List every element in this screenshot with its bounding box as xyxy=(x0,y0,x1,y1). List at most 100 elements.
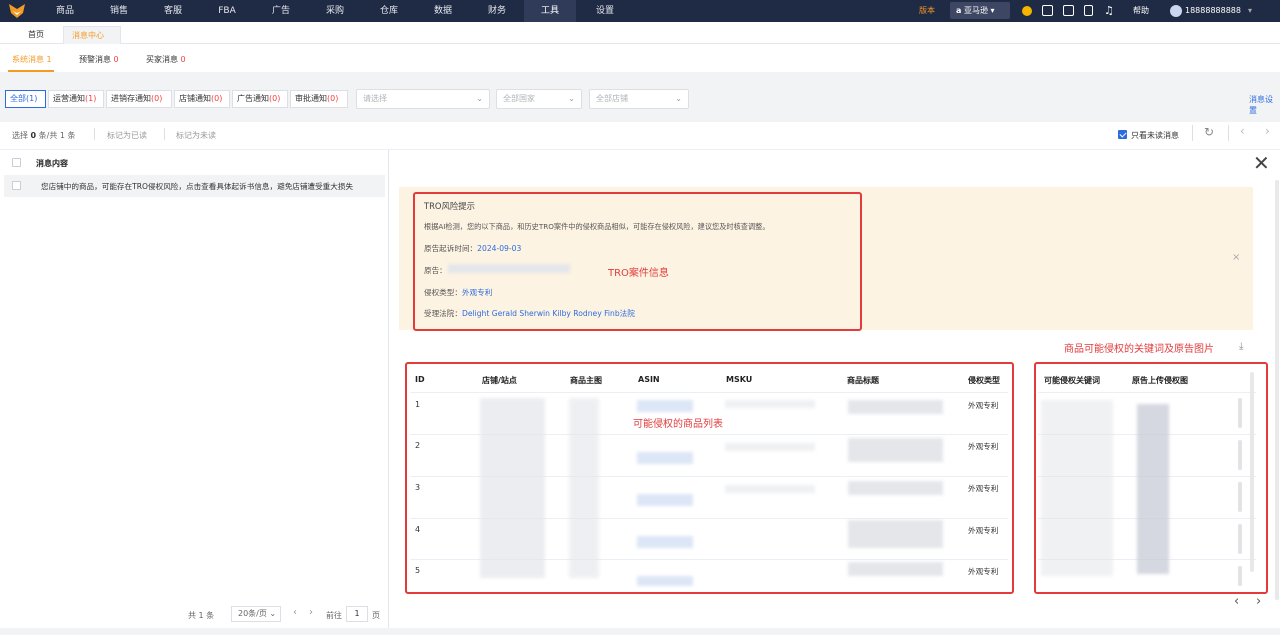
filter-ads[interactable]: 广告通知(0) xyxy=(232,90,288,108)
table-next-icon[interactable]: › xyxy=(1256,594,1261,609)
prev-page-icon[interactable]: ‹ xyxy=(293,607,297,618)
row-type: 外观专利 xyxy=(968,567,999,576)
column-header-title: 商品标题 xyxy=(847,376,879,385)
refresh-icon[interactable]: ↻ xyxy=(1204,125,1214,139)
chevron-down-icon: ⌄ xyxy=(269,609,277,618)
only-unread-checkbox[interactable] xyxy=(1118,130,1127,139)
nav-item-tools[interactable]: 工具 xyxy=(524,0,576,22)
type-select[interactable]: 请选择 ⌄ xyxy=(356,89,490,109)
filter-all[interactable]: 全部(1) xyxy=(5,90,46,108)
header-divider xyxy=(1038,392,1256,393)
close-detail-icon[interactable]: ✕ xyxy=(1253,153,1270,173)
chevron-down-icon: ⌄ xyxy=(568,94,575,103)
download-icon[interactable]: ⤓ xyxy=(1239,341,1243,352)
filter-approval[interactable]: 审批通知(0) xyxy=(290,90,348,108)
blurred-asin xyxy=(637,400,693,412)
cell-scrollbar[interactable] xyxy=(1238,524,1242,554)
bell-icon[interactable]: ♫ xyxy=(1104,4,1114,17)
divider xyxy=(1192,125,1193,141)
page-input[interactable]: 1 xyxy=(346,606,368,622)
avatar[interactable] xyxy=(1170,5,1182,17)
mobile-icon[interactable] xyxy=(1084,5,1093,16)
message-settings-link[interactable]: 消息设置 xyxy=(1249,94,1280,116)
nav-item-finance[interactable]: 财务 xyxy=(478,0,516,22)
version-link[interactable]: 版本 xyxy=(919,0,935,22)
coin-icon[interactable] xyxy=(1022,6,1032,16)
subtab-label: 预警消息 xyxy=(79,55,111,64)
column-header-asin: ASIN xyxy=(638,375,660,384)
row-type: 外观专利 xyxy=(968,442,999,451)
subtab-system[interactable]: 系统消息 1 xyxy=(12,54,52,65)
tab-message-center[interactable]: 消息中心 × xyxy=(63,26,121,58)
row-checkbox[interactable] xyxy=(12,181,21,190)
selection-prefix: 选择 xyxy=(12,131,28,140)
store-select[interactable]: 全部店铺 ⌄ xyxy=(589,89,689,109)
nav-item-sales[interactable]: 销售 xyxy=(100,0,138,22)
page-tab-bar: 首页 消息中心 × xyxy=(0,22,1280,58)
filter-label: 全部 xyxy=(10,94,26,103)
nav-item-fba[interactable]: FBA xyxy=(208,0,246,22)
blurred-title xyxy=(848,400,943,414)
mark-read-button[interactable]: 标记为已读 xyxy=(107,130,147,141)
page-size-select[interactable]: 20条/页 ⌄ xyxy=(231,606,281,622)
blurred-title xyxy=(848,481,943,495)
help-link[interactable]: 帮助 xyxy=(1133,0,1149,22)
user-name[interactable]: 18888888888 xyxy=(1185,0,1241,22)
subtab-warning[interactable]: 预警消息 0 xyxy=(79,54,119,65)
download-icon[interactable] xyxy=(1042,5,1053,16)
cell-scrollbar[interactable] xyxy=(1238,482,1242,512)
cell-scrollbar[interactable] xyxy=(1238,566,1242,586)
filter-inventory[interactable]: 进销存通知(0) xyxy=(106,90,172,108)
page-size-value: 20条/页 xyxy=(238,609,267,618)
row-id: 4 xyxy=(415,525,421,534)
chevron-down-icon[interactable]: ▾ xyxy=(1248,0,1252,22)
tab-home[interactable]: 首页 xyxy=(20,26,52,44)
subtab-buyer[interactable]: 买家消息 0 xyxy=(146,54,186,65)
mark-unread-button[interactable]: 标记为未读 xyxy=(176,130,216,141)
divider xyxy=(94,128,95,140)
table-scrollbar[interactable] xyxy=(1250,372,1254,572)
prev-icon[interactable]: ‹ xyxy=(1240,124,1245,138)
blurred-msku xyxy=(725,443,815,451)
chevron-down-icon: ⌄ xyxy=(675,94,682,103)
selection-summary: 选择 0 条/共 1 条 xyxy=(12,130,76,141)
filter-count: (1) xyxy=(85,94,97,103)
document-icon[interactable] xyxy=(1063,5,1074,16)
annotation-keywords: 商品可能侵权的关键词及原告图片 xyxy=(1064,344,1214,355)
table-prev-icon[interactable]: ‹ xyxy=(1234,594,1239,609)
fox-logo-icon[interactable] xyxy=(8,3,26,19)
filter-count: (1) xyxy=(26,94,38,103)
notice-close-icon[interactable]: × xyxy=(1232,252,1240,263)
tab-message-center-label: 消息中心 xyxy=(72,31,104,40)
nav-item-warehouse[interactable]: 仓库 xyxy=(370,0,408,22)
filter-count: (0) xyxy=(269,94,281,103)
store-selector[interactable]: a 亚马逊 ▾ xyxy=(950,2,1010,19)
column-header-image: 商品主图 xyxy=(570,376,602,385)
next-icon[interactable]: › xyxy=(1265,124,1270,138)
chevron-down-icon: ⌄ xyxy=(476,94,483,103)
country-select[interactable]: 全部国家 ⌄ xyxy=(496,89,582,109)
nav-item-service[interactable]: 客服 xyxy=(154,0,192,22)
filter-operation[interactable]: 运营通知(1) xyxy=(48,90,104,108)
column-header-plaintiff-image: 原告上传侵权图 xyxy=(1132,376,1188,385)
nav-item-settings[interactable]: 设置 xyxy=(586,0,624,22)
selection-suffix: 条/共 1 条 xyxy=(38,131,76,140)
nav-item-data[interactable]: 数据 xyxy=(424,0,462,22)
filter-store[interactable]: 店铺通知(0) xyxy=(174,90,230,108)
nav-item-ads[interactable]: 广告 xyxy=(262,0,300,22)
next-page-icon[interactable]: › xyxy=(309,607,313,618)
detail-scrollbar[interactable] xyxy=(1275,180,1279,600)
filter-count: (0) xyxy=(211,94,223,103)
list-item[interactable]: 您店铺中的商品，可能存在TRO侵权风险，点击查看具体起诉书信息，避免店铺遭受重大… xyxy=(4,175,385,197)
filter-label: 审批通知 xyxy=(295,94,327,103)
cell-scrollbar[interactable] xyxy=(1238,398,1242,428)
top-navigation: 商品 销售 客服 FBA 广告 采购 仓库 数据 财务 工具 设置 版本 a 亚… xyxy=(0,0,1280,22)
divider xyxy=(164,128,165,140)
nav-item-purchase[interactable]: 采购 xyxy=(316,0,354,22)
cell-scrollbar[interactable] xyxy=(1238,440,1242,470)
filter-label: 进销存通知 xyxy=(111,94,151,103)
nav-item-products[interactable]: 商品 xyxy=(46,0,84,22)
pager-total: 共 1 条 xyxy=(188,611,215,620)
select-value: 全部店铺 xyxy=(596,94,628,103)
select-all-checkbox[interactable] xyxy=(12,158,21,167)
